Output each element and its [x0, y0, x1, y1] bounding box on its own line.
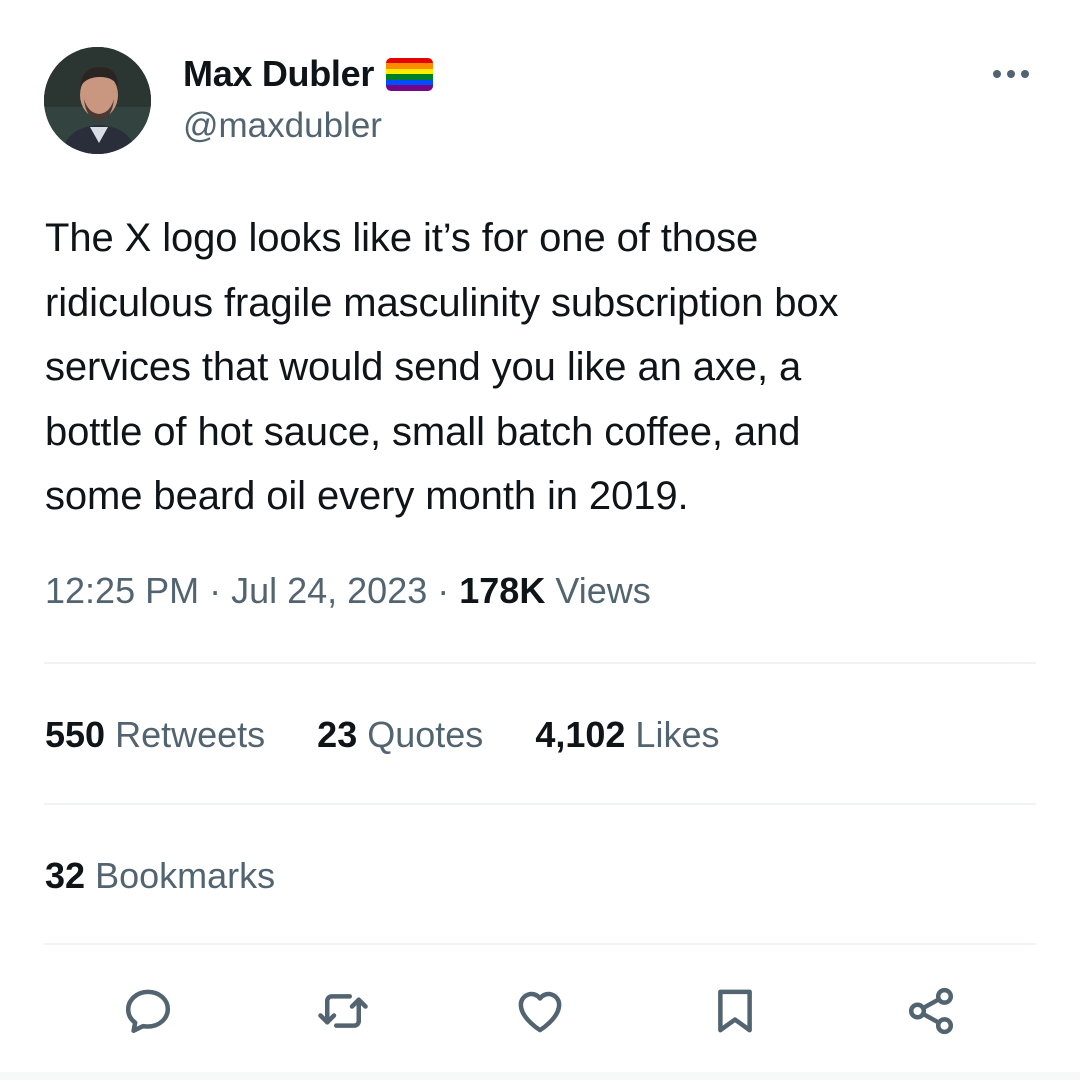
tweet-text-line: some beard oil every month in 2019. — [45, 474, 689, 518]
action-bar — [0, 980, 1080, 1042]
like-button[interactable] — [509, 980, 571, 1042]
rainbow-flag-icon — [386, 57, 434, 91]
meta-separator: · — [427, 570, 460, 611]
retweets-stat[interactable]: 550 Retweets — [45, 714, 265, 756]
bookmark-stats: 32 Bookmarks — [45, 855, 275, 897]
divider — [44, 803, 1036, 805]
divider — [44, 943, 1036, 945]
heart-icon — [518, 991, 562, 1033]
retweet-icon — [318, 994, 368, 1028]
likes-label: Likes — [635, 714, 720, 755]
share-icon — [908, 987, 954, 1035]
divider — [44, 662, 1036, 664]
bookmarks-count: 32 — [45, 855, 86, 896]
display-name[interactable]: Max Dubler — [183, 53, 374, 95]
retweet-button[interactable] — [312, 980, 374, 1042]
more-dot-icon — [993, 70, 1001, 78]
tweet-detail: Max Dubler @maxdubler The X logo looks l… — [0, 0, 1080, 1080]
more-dot-icon — [1007, 70, 1015, 78]
bookmarks-label: Bookmarks — [95, 855, 276, 896]
more-dot-icon — [1021, 70, 1029, 78]
likes-stat[interactable]: 4,102 Likes — [535, 714, 719, 756]
retweets-label: Retweets — [115, 714, 266, 755]
quotes-count: 23 — [317, 714, 358, 755]
views-label: Views — [555, 570, 651, 611]
tweet-text-line: services that would send you like an axe… — [45, 345, 802, 389]
avatar[interactable] — [44, 47, 151, 154]
tweet-time[interactable]: 12:25 PM — [45, 570, 199, 611]
bookmark-button[interactable] — [704, 980, 766, 1042]
tweet-text-line: ridiculous fragile masculinity subscript… — [45, 280, 839, 325]
tweet-text-line: bottle of hot sauce, small batch coffee,… — [45, 409, 801, 454]
avatar-image — [44, 47, 151, 154]
engagement-stats: 550 Retweets 23 Quotes 4,102 Likes — [45, 714, 719, 756]
bottom-border — [0, 1072, 1080, 1080]
more-options-button[interactable] — [985, 58, 1037, 90]
tweet-meta: 12:25 PM · Jul 24, 2023 · 178K Views — [45, 570, 651, 612]
flag-stripe — [386, 85, 434, 91]
meta-separator: · — [199, 570, 232, 611]
share-button[interactable] — [900, 980, 962, 1042]
tweet-date[interactable]: Jul 24, 2023 — [231, 570, 427, 611]
tweet-text: The X logo looks like it’s for one of th… — [45, 206, 1045, 529]
reply-button[interactable] — [117, 980, 179, 1042]
reply-icon — [125, 989, 171, 1034]
retweets-count: 550 — [45, 714, 106, 755]
tweet-text-line: The X logo looks like it’s for one of th… — [45, 216, 759, 260]
quotes-label: Quotes — [367, 714, 484, 755]
author-name-row: Max Dubler — [183, 52, 434, 96]
bookmarks-stat[interactable]: 32 Bookmarks — [45, 855, 275, 897]
quotes-stat[interactable]: 23 Quotes — [317, 714, 483, 756]
likes-count: 4,102 — [535, 714, 626, 755]
views-count: 178K — [459, 570, 546, 611]
author-handle[interactable]: @maxdubler — [183, 106, 382, 146]
bookmark-icon — [718, 989, 752, 1033]
